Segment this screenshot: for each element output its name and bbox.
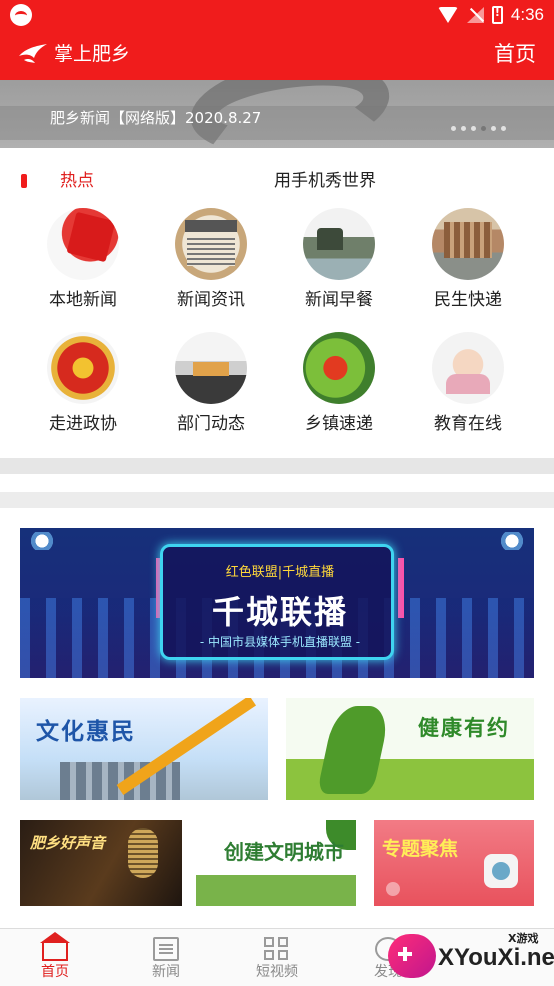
battery-alert-icon [491,6,503,24]
promo-banner-qiancheng[interactable]: 红色联盟|千城直播 千城联播 - 中国市县媒体手机直播联盟 - [20,528,534,678]
hot-marker-icon [21,174,27,188]
carousel-dots [451,126,506,131]
nav-short-video[interactable]: 短视频 [222,929,332,986]
grid-item-education[interactable]: 教育在线 [404,332,532,450]
app-title: 掌上肥乡 [54,43,131,65]
watermark-domain: XYouXi.net [438,944,554,971]
tile-topic-focus[interactable]: 专题聚焦 [374,820,534,906]
promo-title: 千城联播 [211,593,348,631]
tile-culture-title: 文化惠民 [36,719,136,745]
apartments-photo-icon [432,208,504,280]
banner-caption: 肥乡新闻【网络版】2020.8.27 [50,109,262,127]
grid-item-towns[interactable]: 乡镇速递 [275,332,403,450]
status-time: 4:36 [510,5,544,24]
stage-light-icon [496,532,528,550]
grid-item-livelihood[interactable]: 民生快递 [404,208,532,326]
pavilion-photo-icon [303,208,375,280]
nav-news[interactable]: 新闻 [111,929,221,986]
grid-item-label: 新闻资讯 [177,290,245,310]
news-icon [153,937,179,961]
status-bar: 4:36 [0,0,554,30]
tile-good-voice[interactable]: 肥乡好声音 [20,820,182,906]
tile-culture[interactable]: 文化惠民 [20,698,268,800]
stage-light-icon [26,532,58,550]
status-icons: 4:36 [437,3,544,27]
grid-item-news-info[interactable]: 新闻资讯 [147,208,275,326]
grid-item-label: 新闻早餐 [305,290,373,310]
microphone-icon [128,828,158,878]
promo-frame: 红色联盟|千城直播 千城联播 - 中国市县媒体手机直播联盟 - [160,544,394,660]
app-bar: 掌上肥乡 首页 [0,30,554,80]
no-signal-icon [466,7,484,23]
nav-label: 新闻 [152,964,180,980]
runner-graphic [316,706,392,794]
tile-civ-title: 创建文明城市 [224,840,344,864]
tile-topic-title: 专题聚焦 [382,838,459,860]
site-watermark: X游戏 XYouXi.net [384,926,554,986]
hot-news-strip[interactable]: 热点 用手机秀世界 [0,164,554,198]
jinri-toutiao-icon [47,208,119,280]
decor-circle [386,882,400,896]
grid-item-news-breakfast[interactable]: 新闻早餐 [275,208,403,326]
tile-health[interactable]: 健康有约 [286,698,534,800]
grid-item-label: 部门动态 [177,414,245,434]
tile-health-title: 健康有约 [418,716,510,740]
grid-icon [264,937,290,961]
section-divider [0,492,554,508]
hot-label: 热点 [60,171,94,191]
grid-item-label: 教育在线 [434,414,502,434]
grid-item-cppcc[interactable]: 走进政协 [19,332,147,450]
channel-grid: 本地新闻 新闻资讯 新闻早餐 民生快递 走进政协 部门动态 乡镇速递 教育在线 [0,208,554,448]
carousel-dot-active[interactable] [481,126,486,131]
carousel-dot[interactable] [461,126,466,131]
cherries-photo-icon [303,332,375,404]
home-icon [40,932,70,961]
promo-subtitle: - 中国市县媒体手机直播联盟 - [199,635,361,649]
nav-label: 短视频 [256,964,298,980]
section-divider [0,458,554,474]
gamepad-logo-icon [388,934,436,978]
grid-item-local-news[interactable]: 本地新闻 [19,208,147,326]
tile-voice-title: 肥乡好声音 [30,834,106,852]
carousel-dot[interactable] [501,126,506,131]
carousel-dot[interactable] [471,126,476,131]
wifi-icon [437,7,458,23]
camera-icon [484,854,518,888]
grid-item-label: 本地新闻 [49,290,117,310]
office-photo-icon [175,332,247,404]
home-link[interactable]: 首页 [494,40,536,68]
grid-item-departments[interactable]: 部门动态 [147,332,275,450]
hot-headline[interactable]: 用手机秀世界 [274,170,376,192]
national-emblem-icon [47,332,119,404]
nav-home[interactable]: 首页 [0,929,110,986]
nav-label: 首页 [41,964,69,980]
promo-top-line: 红色联盟|千城直播 [225,565,335,580]
carousel-dot[interactable] [451,126,456,131]
app-notification-icon [10,4,32,26]
banner-carousel[interactable]: 肥乡新闻【网络版】2020.8.27 [0,80,554,148]
growth-arrow-graphic [116,698,257,795]
grid-item-label: 乡镇速递 [305,414,373,434]
neon-accent [398,558,404,618]
carousel-dot[interactable] [491,126,496,131]
grid-item-label: 民生快递 [434,290,502,310]
tile-civilized-city[interactable]: 创建文明城市 [196,820,356,906]
mother-child-photo-icon [432,332,504,404]
newspaper-icon [175,208,247,280]
bird-logo-icon [19,44,47,63]
grid-item-label: 走进政协 [49,414,117,434]
